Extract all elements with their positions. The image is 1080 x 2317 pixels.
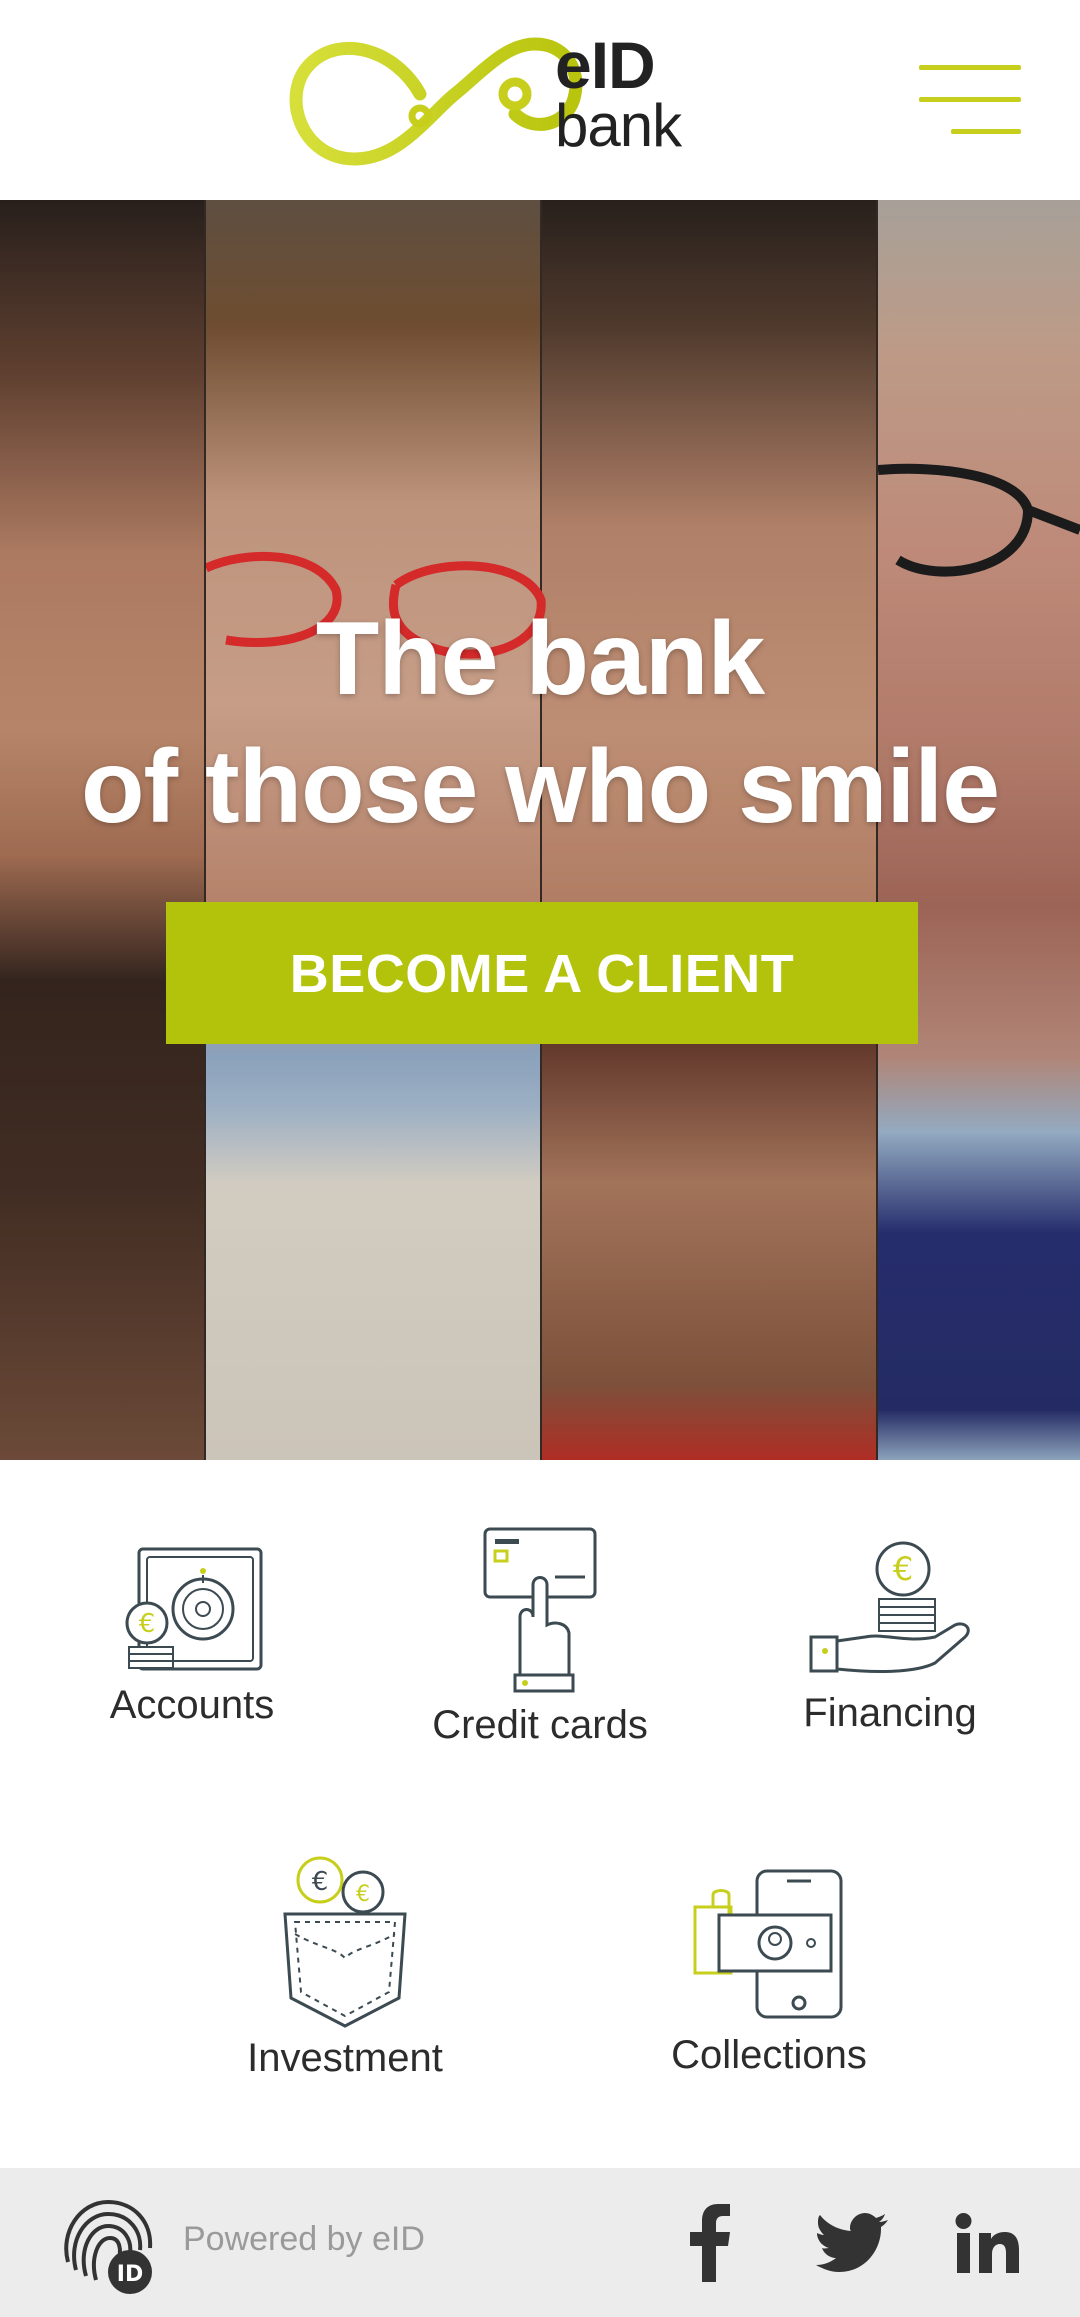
service-financing[interactable]: € Financing: [780, 1533, 1000, 1736]
service-accounts[interactable]: € Accounts: [82, 1535, 302, 1728]
powered-by-text: Powered by eID: [183, 2220, 425, 2258]
card-hand-icon: [483, 1527, 597, 1693]
linkedin-icon[interactable]: [950, 2198, 1024, 2288]
service-label: Credit cards: [432, 1703, 648, 1747]
black-glasses-decoration: [878, 463, 1080, 577]
svg-text:€: €: [139, 1609, 156, 1639]
hand-coins-icon: €: [809, 1541, 970, 1673]
twitter-icon[interactable]: [812, 2198, 892, 2288]
phone-money-icon: [693, 1869, 843, 2019]
svg-text:ID: ID: [117, 2262, 143, 2287]
service-label: Accounts: [109, 1683, 275, 1727]
hero-title-line1: The bank: [315, 601, 766, 717]
hamburger-menu-icon[interactable]: [915, 60, 1025, 140]
hero-title-line2: of those who smile: [80, 729, 1000, 845]
pocket-coins-icon: € €: [283, 1856, 407, 2028]
service-label: Investment: [247, 2036, 443, 2080]
header: eID bank: [0, 0, 1080, 200]
safe-icon: €: [125, 1547, 263, 1671]
service-label: Collections: [671, 2033, 867, 2077]
eid-fingerprint-logo-icon[interactable]: ID: [56, 2192, 160, 2296]
service-label: Financing: [803, 1691, 977, 1735]
service-collections[interactable]: Collections: [654, 1865, 884, 2078]
logo-wordmark[interactable]: eID bank: [555, 28, 682, 159]
hero-title: The bank of those who smile: [0, 595, 1080, 851]
svg-text:€: €: [356, 1882, 370, 1907]
svg-text:€: €: [893, 1550, 913, 1588]
service-investment[interactable]: € € Investment: [230, 1848, 460, 2081]
hero-banner: The bank of those who smile BECOME A CLI…: [0, 200, 1080, 1460]
service-credit-cards[interactable]: Credit cards: [420, 1525, 660, 1748]
facebook-icon[interactable]: [680, 2198, 740, 2288]
footer: ID Powered by eID: [0, 2168, 1080, 2317]
logo-line2: bank: [555, 92, 682, 159]
logo-line1: eID: [555, 28, 656, 102]
svg-text:€: €: [312, 1867, 329, 1897]
become-client-button[interactable]: BECOME A CLIENT: [166, 902, 918, 1044]
